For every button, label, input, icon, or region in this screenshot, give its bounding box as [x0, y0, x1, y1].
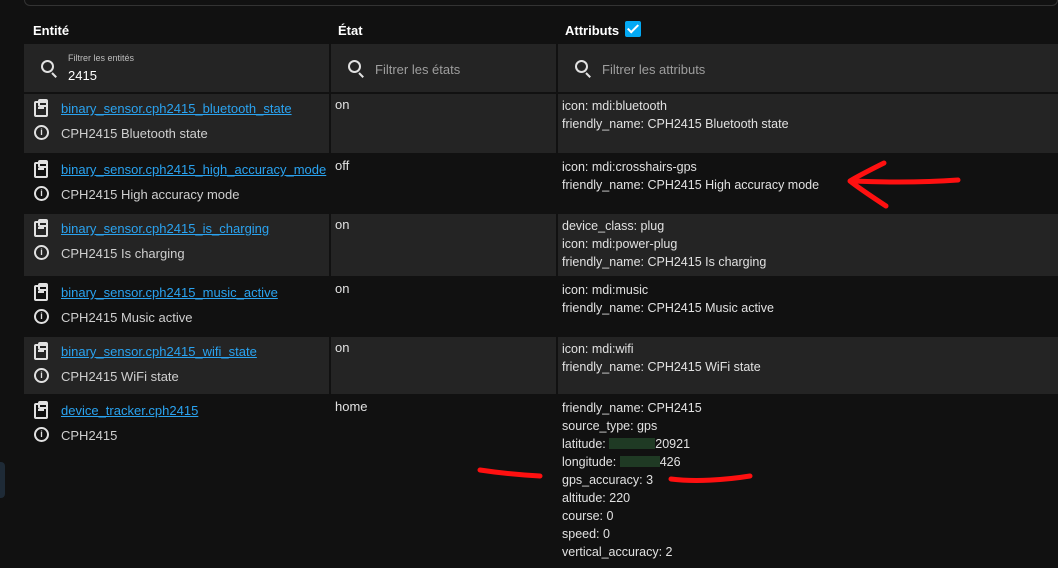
attribute-line: friendly_name: CPH2415 Is charging [562, 255, 767, 269]
clipboard-icon[interactable] [34, 401, 48, 419]
entity-cell: binary_sensor.cph2415_wifi_state i CPH24… [24, 337, 329, 394]
entity-filter-label: Filtrer les entités [68, 53, 135, 63]
attribute-longitude: longitude: 426 [562, 453, 702, 471]
attributes-cell: device_class: plug icon: mdi:power-plug … [558, 214, 1058, 276]
state-cell: on [331, 214, 556, 276]
info-icon[interactable]: i [34, 368, 49, 383]
info-icon[interactable]: i [34, 245, 49, 260]
attributes-cell: icon: mdi:crosshairs-gps friendly_name: … [558, 155, 1058, 212]
attribute-line: altitude: 220 [562, 491, 631, 505]
attribute-line: icon: mdi:bluetooth [562, 99, 667, 113]
state-value: off [335, 158, 350, 173]
info-icon[interactable]: i [34, 125, 49, 140]
entity-id-link[interactable]: binary_sensor.cph2415_wifi_state [61, 344, 257, 359]
top-card-edge [24, 0, 1058, 6]
redaction-mark [609, 438, 656, 449]
entity-friendly-name: CPH2415 Music active [61, 310, 193, 325]
info-icon[interactable]: i [34, 427, 49, 442]
header-state[interactable]: État [338, 23, 363, 38]
entity-id-link[interactable]: binary_sensor.cph2415_high_accuracy_mode [61, 162, 326, 177]
entity-cell: device_tracker.cph2415 i CPH2415 [24, 396, 329, 564]
attribute-line: device_class: plug [562, 219, 665, 233]
attributes-filter-input[interactable]: Filtrer les attributs [558, 44, 1058, 92]
filter-row: Filtrer les entités 2415 Filtrer les éta… [24, 44, 1058, 92]
attribute-line: icon: mdi:wifi [562, 342, 634, 356]
table-row: binary_sensor.cph2415_music_active i CPH… [24, 278, 1058, 335]
entity-cell: binary_sensor.cph2415_music_active i CPH… [24, 278, 329, 335]
state-value: home [335, 399, 368, 414]
entity-friendly-name: CPH2415 Is charging [61, 246, 185, 261]
attribute-line: icon: mdi:power-plug [562, 237, 678, 251]
attributes-filter-placeholder: Filtrer les attributs [602, 62, 706, 77]
state-cell: on [331, 278, 556, 335]
sidebar-edge [0, 462, 5, 498]
entity-cell: binary_sensor.cph2415_bluetooth_state i … [24, 94, 329, 153]
attribute-line: course: 0 [562, 509, 614, 523]
table-row: device_tracker.cph2415 i CPH2415 home fr… [24, 396, 1058, 564]
state-value: on [335, 217, 350, 232]
entity-id-link[interactable]: binary_sensor.cph2415_bluetooth_state [61, 101, 292, 116]
attribute-value-tail: 426 [659, 455, 681, 469]
entity-friendly-name: CPH2415 [61, 428, 118, 443]
attribute-line: friendly_name: CPH2415 Bluetooth state [562, 117, 789, 131]
info-icon[interactable]: i [34, 186, 49, 201]
state-value: on [335, 340, 350, 355]
attributes-cell: icon: mdi:music friendly_name: CPH2415 M… [558, 278, 1058, 335]
entity-friendly-name: CPH2415 Bluetooth state [61, 126, 208, 141]
header-entity[interactable]: Entité [33, 23, 69, 38]
attribute-line: friendly_name: CPH2415 WiFi state [562, 360, 761, 374]
entity-id-link[interactable]: binary_sensor.cph2415_is_charging [61, 221, 269, 236]
entity-id-link[interactable]: device_tracker.cph2415 [61, 403, 198, 418]
states-table: Entité État Attributs Filtrer les entité… [24, 14, 1058, 564]
search-icon [41, 60, 54, 73]
table-header: Entité État Attributs [24, 14, 1058, 44]
table-row: binary_sensor.cph2415_bluetooth_state i … [24, 94, 1058, 153]
attribute-value-tail: 20921 [655, 437, 691, 451]
clipboard-icon[interactable] [34, 342, 48, 360]
state-filter-input[interactable]: Filtrer les états [331, 44, 556, 92]
clipboard-icon[interactable] [34, 283, 48, 301]
info-icon[interactable]: i [34, 309, 49, 324]
attribute-line: icon: mdi:crosshairs-gps [562, 160, 697, 174]
entity-id-link[interactable]: binary_sensor.cph2415_music_active [61, 285, 278, 300]
table-row: binary_sensor.cph2415_high_accuracy_mode… [24, 155, 1058, 212]
attribute-line: speed: 0 [562, 527, 610, 541]
attribute-latitude: latitude: 20921 [562, 435, 702, 453]
attribute-line: icon: mdi:music [562, 283, 649, 297]
entity-cell: binary_sensor.cph2415_is_charging i CPH2… [24, 214, 329, 276]
state-cell: on [331, 94, 556, 153]
clipboard-icon[interactable] [34, 219, 48, 237]
header-attributes: Attributs [565, 23, 620, 38]
search-icon [575, 60, 588, 73]
attributes-cell: friendly_name: CPH2415 source_type: gps … [558, 396, 1058, 564]
clipboard-icon[interactable] [34, 160, 48, 178]
entity-friendly-name: CPH2415 High accuracy mode [61, 187, 240, 202]
attribute-line: friendly_name: CPH2415 High accuracy mod… [562, 178, 820, 192]
clipboard-icon[interactable] [34, 99, 48, 117]
entity-filter-value[interactable]: 2415 [68, 68, 97, 83]
attributes-cell: icon: mdi:wifi friendly_name: CPH2415 Wi… [558, 337, 1058, 394]
attribute-line: friendly_name: CPH2415 [562, 401, 702, 415]
attribute-line: friendly_name: CPH2415 Music active [562, 301, 774, 315]
table-row: binary_sensor.cph2415_is_charging i CPH2… [24, 214, 1058, 276]
attributes-cell: icon: mdi:bluetooth friendly_name: CPH24… [558, 94, 1058, 153]
attribute-key: longitude: [562, 455, 617, 469]
attribute-line: source_type: gps [562, 419, 658, 433]
entity-cell: binary_sensor.cph2415_high_accuracy_mode… [24, 155, 329, 212]
table-row: binary_sensor.cph2415_wifi_state i CPH24… [24, 337, 1058, 394]
state-value: on [335, 281, 350, 296]
attribute-key: latitude: [562, 437, 606, 451]
attribute-line: vertical_accuracy: 2 [562, 545, 673, 559]
redaction-mark [619, 456, 660, 467]
state-cell: off [331, 155, 556, 212]
search-icon [348, 60, 361, 73]
attributes-checkbox[interactable] [625, 21, 641, 37]
attribute-line: gps_accuracy: 3 [562, 473, 654, 487]
state-value: on [335, 97, 350, 112]
entity-friendly-name: CPH2415 WiFi state [61, 369, 179, 384]
state-cell: home [331, 396, 556, 564]
state-cell: on [331, 337, 556, 394]
state-filter-placeholder: Filtrer les états [375, 62, 461, 77]
entity-filter-input[interactable]: Filtrer les entités 2415 [24, 44, 329, 92]
